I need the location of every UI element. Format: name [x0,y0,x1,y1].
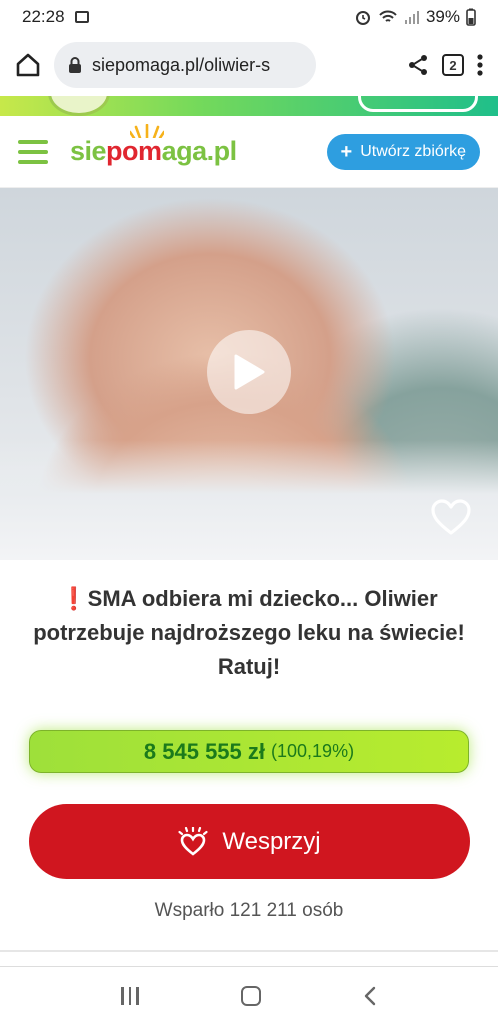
site-header: siepomaga.pl + Utwórz zbiórkę [0,116,498,188]
home-button-icon[interactable] [240,986,261,1006]
supporters-count: Wsparło 121 211 osób [154,900,344,921]
site-logo[interactable]: siepomaga.pl [70,124,237,167]
campaign-title: ❗SMA odbiera mi dziecko... Oliwier potrz… [30,582,468,684]
lock-icon [69,57,81,73]
promo-illustration [48,96,110,116]
create-fundraiser-button[interactable]: + Utwórz zbiórkę [326,133,480,170]
signal-icon [404,11,419,24]
hero-photo-shading [0,440,498,560]
battery-percent: 39% [425,7,460,26]
raised-amount: 8 545 555 zł [143,738,266,764]
status-time: 22:28 [22,7,65,26]
play-button[interactable] [207,330,291,414]
raised-percent: (100,19%) [271,741,355,761]
menu-icon[interactable] [18,139,48,164]
recent-apps-icon[interactable] [121,987,139,1005]
address-bar[interactable]: siepomaga.pl/oliwier-s [54,42,316,88]
create-fundraiser-label: Utwórz zbiórkę [360,142,466,160]
more-icon[interactable] [476,53,484,77]
home-icon[interactable] [14,51,42,79]
back-icon[interactable] [363,986,377,1006]
play-icon [234,354,265,390]
promo-button[interactable] [358,96,478,112]
section-divider [0,950,498,952]
share-icon[interactable] [406,53,430,77]
helping-heart-icon [178,826,208,856]
heart-icon[interactable] [430,498,472,536]
gallery-icon [74,11,89,23]
alarm-icon [355,11,370,25]
url-text: siepomaga.pl/oliwier-s [92,54,271,75]
logo-sun-icon [130,124,164,138]
alert-icon: ❗ [60,586,88,611]
status-bar: 22:28 39% [0,0,498,34]
browser-toolbar: siepomaga.pl/oliwier-s 2 [0,34,498,96]
campaign-title-text: SMA odbiera mi dziecko... Oliwier potrze… [33,586,465,679]
system-nav-bar [0,968,498,1024]
funding-progress-bar: 8 545 555 zł (100,19%) [29,730,469,773]
campaign-video[interactable] [0,188,498,560]
donate-label: Wesprzyj [222,827,321,855]
tab-count-label: 2 [449,57,457,73]
tabs-icon[interactable]: 2 [442,54,464,76]
plus-icon: + [340,140,353,163]
battery-icon [466,8,476,26]
wifi-icon [379,10,397,22]
nav-divider [0,966,498,967]
promo-banner[interactable] [0,96,498,116]
donate-button[interactable]: Wesprzyj [29,804,470,879]
status-right: 39% [354,7,476,27]
